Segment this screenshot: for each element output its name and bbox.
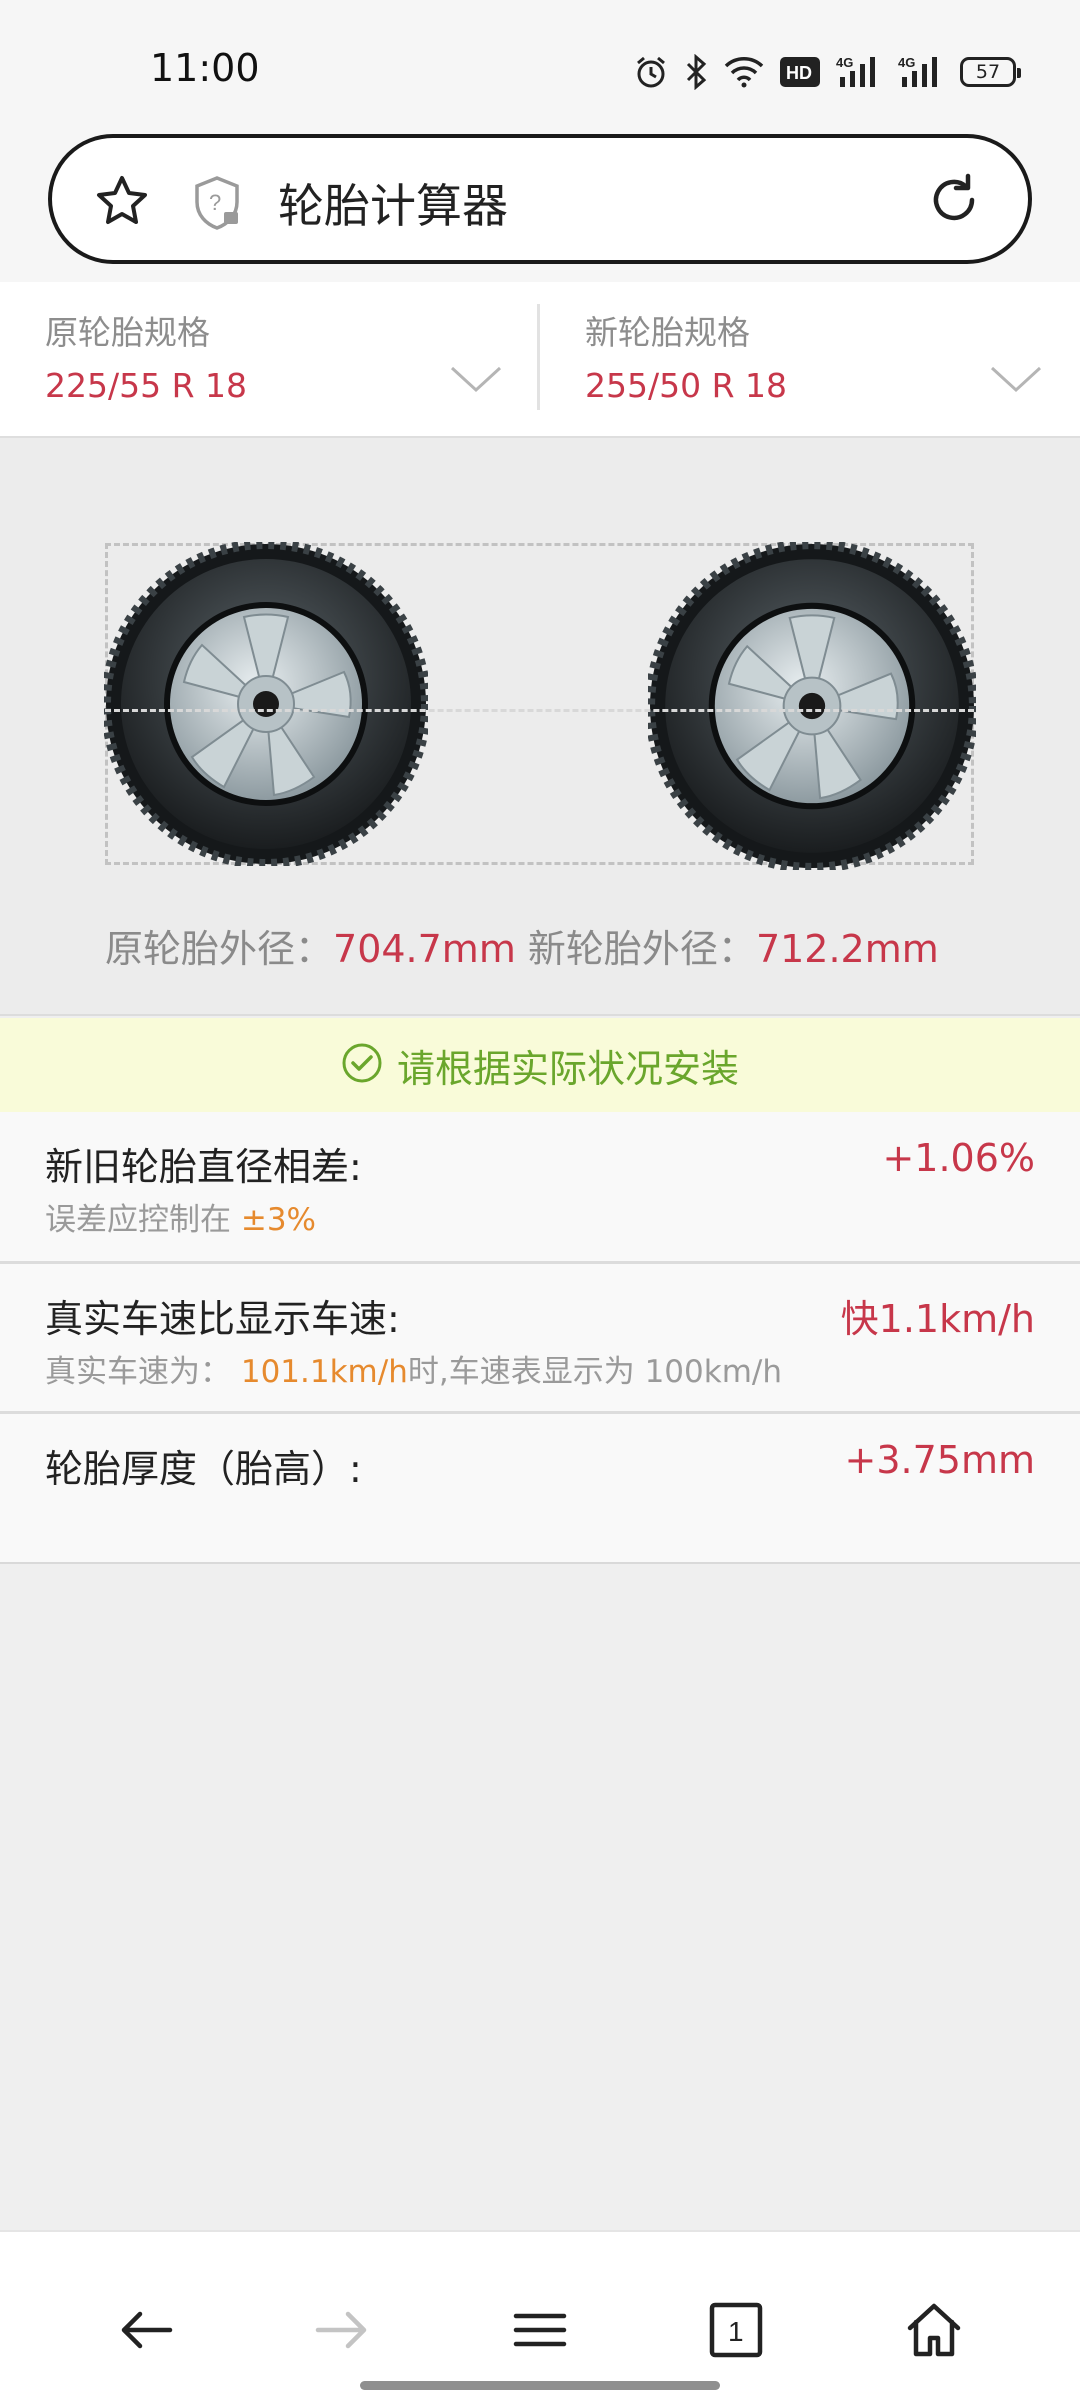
original-tire-spec-select[interactable]: 原轮胎规格 225/55 R 18 — [0, 282, 540, 438]
bluetooth-icon — [684, 54, 708, 90]
battery-icon: 57 — [960, 57, 1021, 87]
speed-note: 真实车速为： 101.1km/h时,车速表显示为 100km/h — [45, 1346, 782, 1391]
svg-text:?: ? — [209, 190, 221, 215]
thickness-title: 轮胎厚度（胎高）: — [45, 1447, 362, 1491]
svg-text:4G: 4G — [898, 55, 915, 70]
alarm-icon — [634, 55, 668, 89]
tire-spec-selectors: 原轮胎规格 225/55 R 18 新轮胎规格 255/50 R 18 — [0, 282, 1080, 438]
home-icon[interactable] — [904, 2300, 964, 2360]
center-line — [105, 709, 974, 712]
status-bar: 11:00 HD 4G 4G 57 — [0, 0, 1080, 132]
status-time: 11:00 — [150, 46, 260, 90]
original-diameter-value: 704.7mm — [333, 927, 516, 971]
page-title: 轮胎计算器 — [278, 179, 508, 233]
tabs-icon[interactable]: 1 — [706, 2300, 766, 2360]
refresh-icon[interactable] — [924, 170, 984, 234]
svg-text:HD: HD — [786, 63, 812, 83]
new-tire-spec-select[interactable]: 新轮胎规格 255/50 R 18 — [540, 282, 1080, 438]
wifi-icon — [724, 56, 764, 88]
result-row-speed: 真实车速比显示车速: 快1.1km/h 真实车速为： 101.1km/h时,车速… — [0, 1264, 1080, 1414]
status-icons: HD 4G 4G 57 — [634, 50, 1021, 94]
results-list: 新旧轮胎直径相差: +1.06% 误差应控制在 ±3% 真实车速比显示车速: 快… — [0, 1112, 1080, 1564]
new-diameter-label: 新轮胎外径： — [515, 927, 756, 971]
real-speed-value: 101.1km/h — [240, 1354, 408, 1390]
new-tire-spec-label: 新轮胎规格 — [585, 313, 750, 352]
original-tire-spec-value: 225/55 R 18 — [45, 366, 247, 405]
result-row-thickness: 轮胎厚度（胎高）: +3.75mm — [0, 1414, 1080, 1564]
diameter-diff-tolerance: ±3% — [240, 1202, 317, 1238]
menu-icon[interactable] — [510, 2300, 570, 2360]
install-notice: 请根据实际状况安装 — [0, 1018, 1080, 1112]
notice-text: 请根据实际状况安装 — [396, 1046, 739, 1091]
new-diameter-value: 712.2mm — [755, 927, 939, 971]
new-tire-spec-value: 255/50 R 18 — [585, 366, 787, 405]
check-circle-icon — [341, 1042, 383, 1088]
chevron-down-icon — [990, 364, 1042, 398]
thickness-value: +3.75mm — [844, 1438, 1035, 1482]
shield-icon[interactable]: ? — [190, 174, 244, 236]
speed-title: 真实车速比显示车速: — [45, 1297, 400, 1341]
original-tire-spec-label: 原轮胎规格 — [45, 313, 210, 352]
home-indicator[interactable] — [360, 2381, 720, 2390]
speed-value: 快1.1km/h — [840, 1297, 1035, 1341]
4g-signal-icon: 4G — [836, 55, 882, 89]
back-arrow-icon[interactable] — [116, 2300, 176, 2360]
diameter-diff-note: 误差应控制在 ±3% — [45, 1194, 316, 1239]
star-icon[interactable] — [92, 172, 152, 236]
original-tire-image — [101, 539, 431, 870]
speed-note-suffix: 时,车速表显示为 100km/h — [407, 1354, 782, 1390]
diameter-diff-value: +1.06% — [882, 1136, 1035, 1180]
chevron-down-icon — [450, 364, 502, 398]
diameter-readout: 原轮胎外径：704.7mm 新轮胎外径：712.2mm — [105, 918, 939, 973]
tire-comparison-diagram: 原轮胎外径：704.7mm 新轮胎外径：712.2mm — [0, 438, 1080, 1016]
hd-icon: HD — [780, 57, 820, 87]
bottom-navigation: 1 — [0, 2230, 1080, 2400]
address-bar[interactable]: ? 轮胎计算器 — [48, 134, 1032, 264]
diameter-diff-title: 新旧轮胎直径相差: — [45, 1145, 362, 1189]
4g-signal-icon: 4G — [898, 55, 944, 89]
result-row-diameter-diff: 新旧轮胎直径相差: +1.06% 误差应控制在 ±3% — [0, 1112, 1080, 1264]
forward-arrow-icon[interactable] — [312, 2300, 372, 2360]
new-tire-image — [644, 538, 980, 874]
original-diameter-label: 原轮胎外径： — [105, 927, 334, 971]
svg-text:4G: 4G — [836, 55, 853, 70]
diameter-diff-note-text: 误差应控制在 — [45, 1202, 241, 1238]
speed-note-prefix: 真实车速为： — [45, 1354, 241, 1390]
tab-count: 1 — [728, 2316, 744, 2347]
browser-toolbar: ? 轮胎计算器 — [0, 132, 1080, 282]
